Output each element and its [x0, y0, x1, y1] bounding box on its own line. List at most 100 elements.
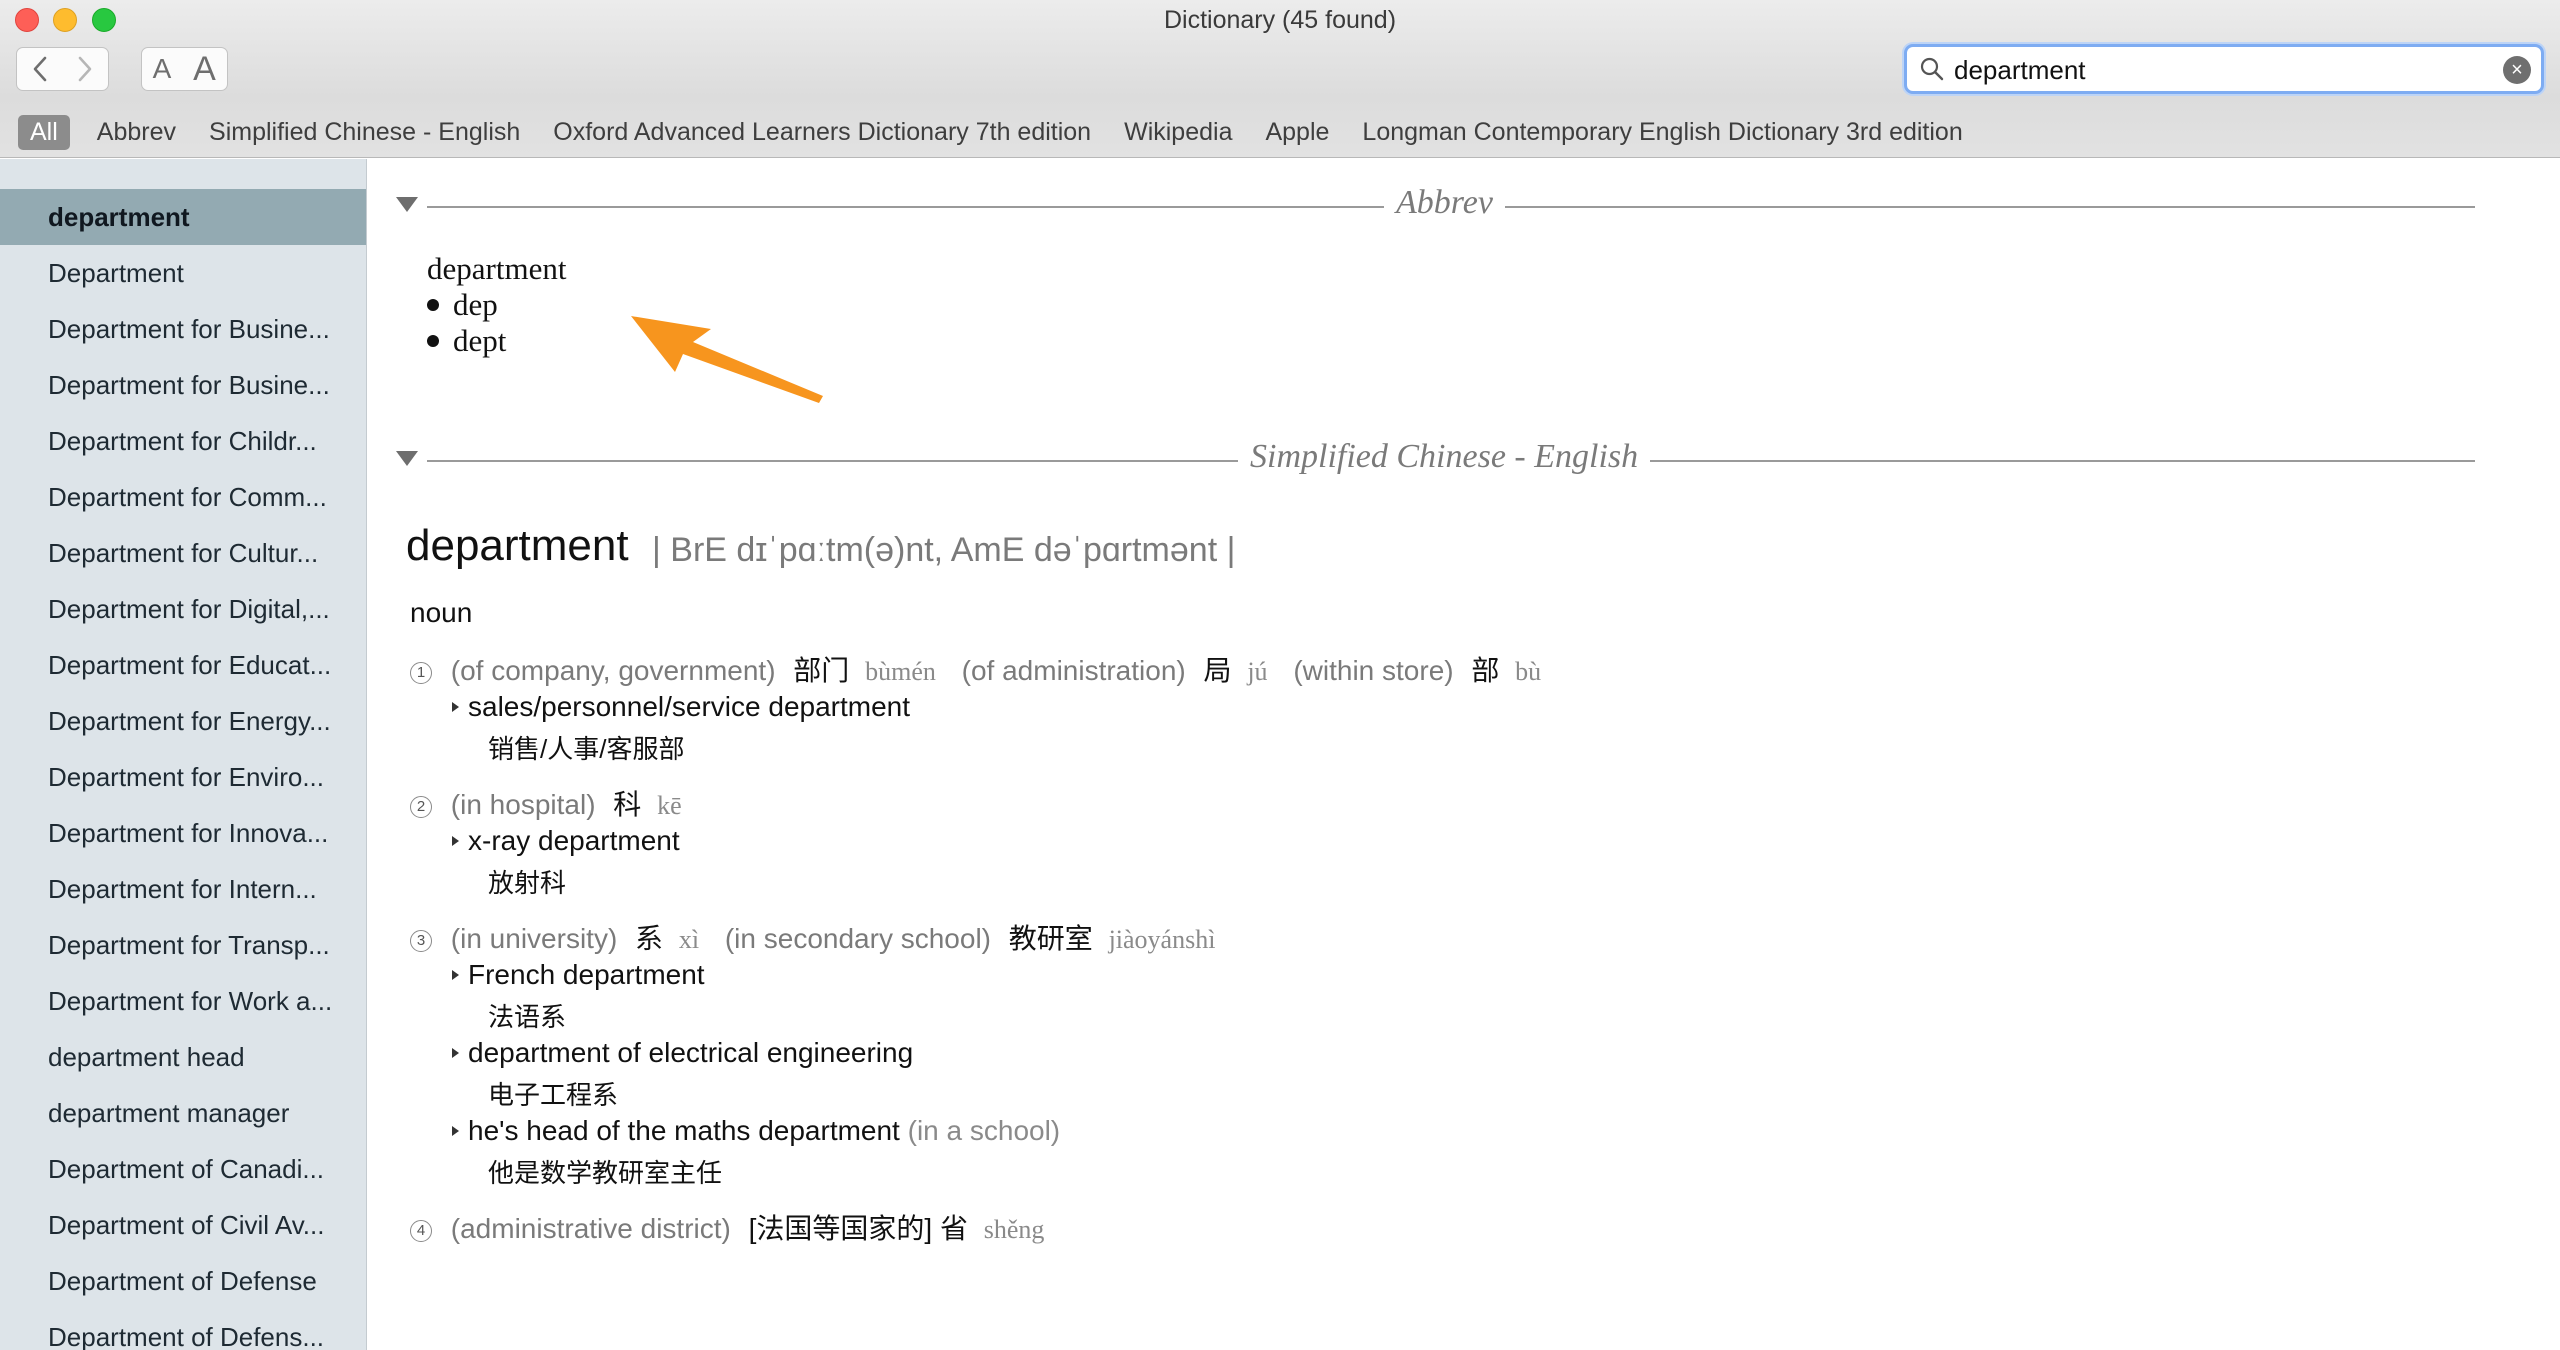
sense-gloss: (of company, government): [450, 655, 776, 686]
sidebar-item[interactable]: Department of Canadi...: [0, 1141, 366, 1197]
tab-abbrev[interactable]: Abbrev: [86, 115, 187, 150]
sense-gloss: (in hospital): [450, 789, 596, 820]
tab-oxford-advanced-learners[interactable]: Oxford Advanced Learners Dictionary 7th …: [542, 115, 1102, 150]
example-sentence: French department: [452, 959, 705, 991]
sense-pinyin: jú: [1247, 657, 1268, 686]
example-triangle-icon: [452, 836, 459, 846]
sidebar-item[interactable]: Department for Intern...: [0, 861, 366, 917]
search-field[interactable]: ×: [1904, 44, 2544, 94]
example-english: he's head of the maths department: [468, 1115, 900, 1146]
sidebar-item[interactable]: Department for Digital,...: [0, 581, 366, 637]
search-input[interactable]: [1954, 54, 2474, 86]
sense-gloss: (administrative district): [450, 1213, 731, 1244]
abbrev-headword: department: [427, 251, 567, 286]
orange-annotation-arrow-icon: [631, 316, 823, 403]
bullet-icon: [427, 334, 439, 347]
abbrev-list-item: dep: [427, 287, 498, 323]
sense-3: 3 (in university) 系 xì (in secondary sch…: [410, 917, 1233, 957]
example-sentence: he's head of the maths department (in a …: [452, 1115, 1060, 1147]
sense-pinyin: bùmén: [865, 657, 936, 686]
sense-chinese: 系: [635, 923, 664, 954]
sidebar-item[interactable]: Department for Energy...: [0, 693, 366, 749]
example-sentence: sales/personnel/service department: [452, 691, 910, 723]
sidebar-item[interactable]: Department of Civil Av...: [0, 1197, 366, 1253]
sense-number: 2: [410, 796, 432, 818]
chinese-section-title: Simplified Chinese - English: [1238, 438, 1651, 476]
source-tab-bar: All Abbrev Simplified Chinese - English …: [0, 110, 1985, 154]
sidebar-item-selected[interactable]: department: [0, 189, 366, 245]
tab-apple[interactable]: Apple: [1254, 115, 1340, 150]
sense-chinese: 部门: [793, 655, 850, 686]
sidebar-item[interactable]: Department for Transp...: [0, 917, 366, 973]
pronunciation: | BrE dɪˈpɑːtm(ə)nt, AmE dəˈpɑrtmənt |: [652, 531, 1236, 569]
bullet-icon: [427, 298, 439, 311]
abbrev-disclosure-triangle-icon[interactable]: [396, 197, 418, 212]
sense-number: 4: [410, 1220, 432, 1242]
example-translation: 销售/人事/客服部: [488, 734, 685, 764]
example-translation: 他是数学教研室主任: [488, 1158, 723, 1188]
sense-pinyin: kē: [657, 791, 682, 820]
window-title: Dictionary (45 found): [1163, 6, 1397, 34]
toolbar: Dictionary (45 found) A A × All Abbrev S…: [0, 0, 2560, 158]
abbrev-item-text: dept: [453, 323, 507, 358]
tab-simplified-chinese-english[interactable]: Simplified Chinese - English: [198, 115, 531, 150]
example-english: French department: [468, 959, 705, 990]
sidebar-item[interactable]: Department for Cultur...: [0, 525, 366, 581]
definition-pane: Abbrev department dep dept Simplified Ch…: [368, 159, 2560, 1350]
sense-gloss: (in secondary school): [724, 923, 991, 954]
sense-number: 3: [410, 930, 432, 952]
sense-chinese: 局: [1203, 655, 1232, 686]
sidebar-item[interactable]: Department for Innova...: [0, 805, 366, 861]
chinese-disclosure-triangle-icon[interactable]: [396, 451, 418, 466]
part-of-speech: noun: [410, 597, 473, 628]
example-english: department of electrical engineering: [468, 1037, 914, 1068]
sidebar-item[interactable]: department manager: [0, 1085, 366, 1141]
abbrev-item-text: dep: [453, 287, 498, 322]
tab-wikipedia[interactable]: Wikipedia: [1113, 115, 1243, 150]
back-button[interactable]: [16, 47, 63, 91]
example-triangle-icon: [452, 702, 459, 712]
forward-button[interactable]: [62, 47, 109, 91]
example-triangle-icon: [452, 1048, 459, 1058]
sidebar-item[interactable]: Department for Comm...: [0, 469, 366, 525]
sense-number: 1: [410, 662, 432, 684]
example-triangle-icon: [452, 1126, 459, 1136]
example-translation: 放射科: [488, 868, 567, 898]
sense-pinyin: xì: [678, 925, 700, 954]
sidebar-item[interactable]: Department for Work a...: [0, 973, 366, 1029]
tab-all[interactable]: All: [18, 114, 70, 150]
sense-pinyin: bù: [1515, 657, 1542, 686]
sense-chinese: 教研室: [1008, 923, 1093, 954]
sense-gloss: (within store): [1293, 655, 1454, 686]
abbrev-list-item: dept: [427, 323, 506, 359]
sidebar-item[interactable]: Department: [0, 245, 366, 301]
font-smaller-button[interactable]: A: [141, 47, 183, 91]
chevron-right-icon: [78, 56, 92, 82]
sidebar-item[interactable]: Department for Enviro...: [0, 749, 366, 805]
tab-longman-contemporary[interactable]: Longman Contemporary English Dictionary …: [1351, 115, 1973, 150]
results-sidebar[interactable]: department Department Department for Bus…: [0, 159, 367, 1350]
search-icon: [1920, 57, 1944, 81]
sidebar-item[interactable]: Department for Busine...: [0, 357, 366, 413]
sidebar-item[interactable]: Department for Busine...: [0, 301, 366, 357]
sidebar-item[interactable]: Department of Defense: [0, 1253, 366, 1309]
example-sentence: department of electrical engineering: [452, 1037, 914, 1069]
sidebar-item[interactable]: Department for Educat...: [0, 637, 366, 693]
sidebar-item[interactable]: department head: [0, 1029, 366, 1085]
sidebar-item[interactable]: Department of Defens...: [0, 1309, 366, 1350]
abbrev-section-title: Abbrev: [1384, 184, 1505, 222]
sense-chinese: 部: [1471, 655, 1500, 686]
sense-chinese: 科: [613, 789, 642, 820]
sense-2: 2 (in hospital) 科 kē: [410, 783, 700, 823]
sense-chinese: [法国等国家的] 省: [748, 1213, 968, 1244]
sidebar-item[interactable]: Department for Childr...: [0, 413, 366, 469]
example-translation: 法语系: [488, 1002, 567, 1032]
font-larger-button[interactable]: A: [182, 47, 228, 91]
headword: department: [406, 521, 629, 570]
example-sentence: x-ray department: [452, 825, 680, 857]
sense-gloss: (in university): [450, 923, 618, 954]
sense-pinyin: jiàoyánshì: [1108, 925, 1216, 954]
sense-4: 4 (administrative district) [法国等国家的] 省 s…: [410, 1207, 1062, 1247]
clear-search-icon[interactable]: ×: [2503, 56, 2531, 84]
example-triangle-icon: [452, 970, 459, 980]
